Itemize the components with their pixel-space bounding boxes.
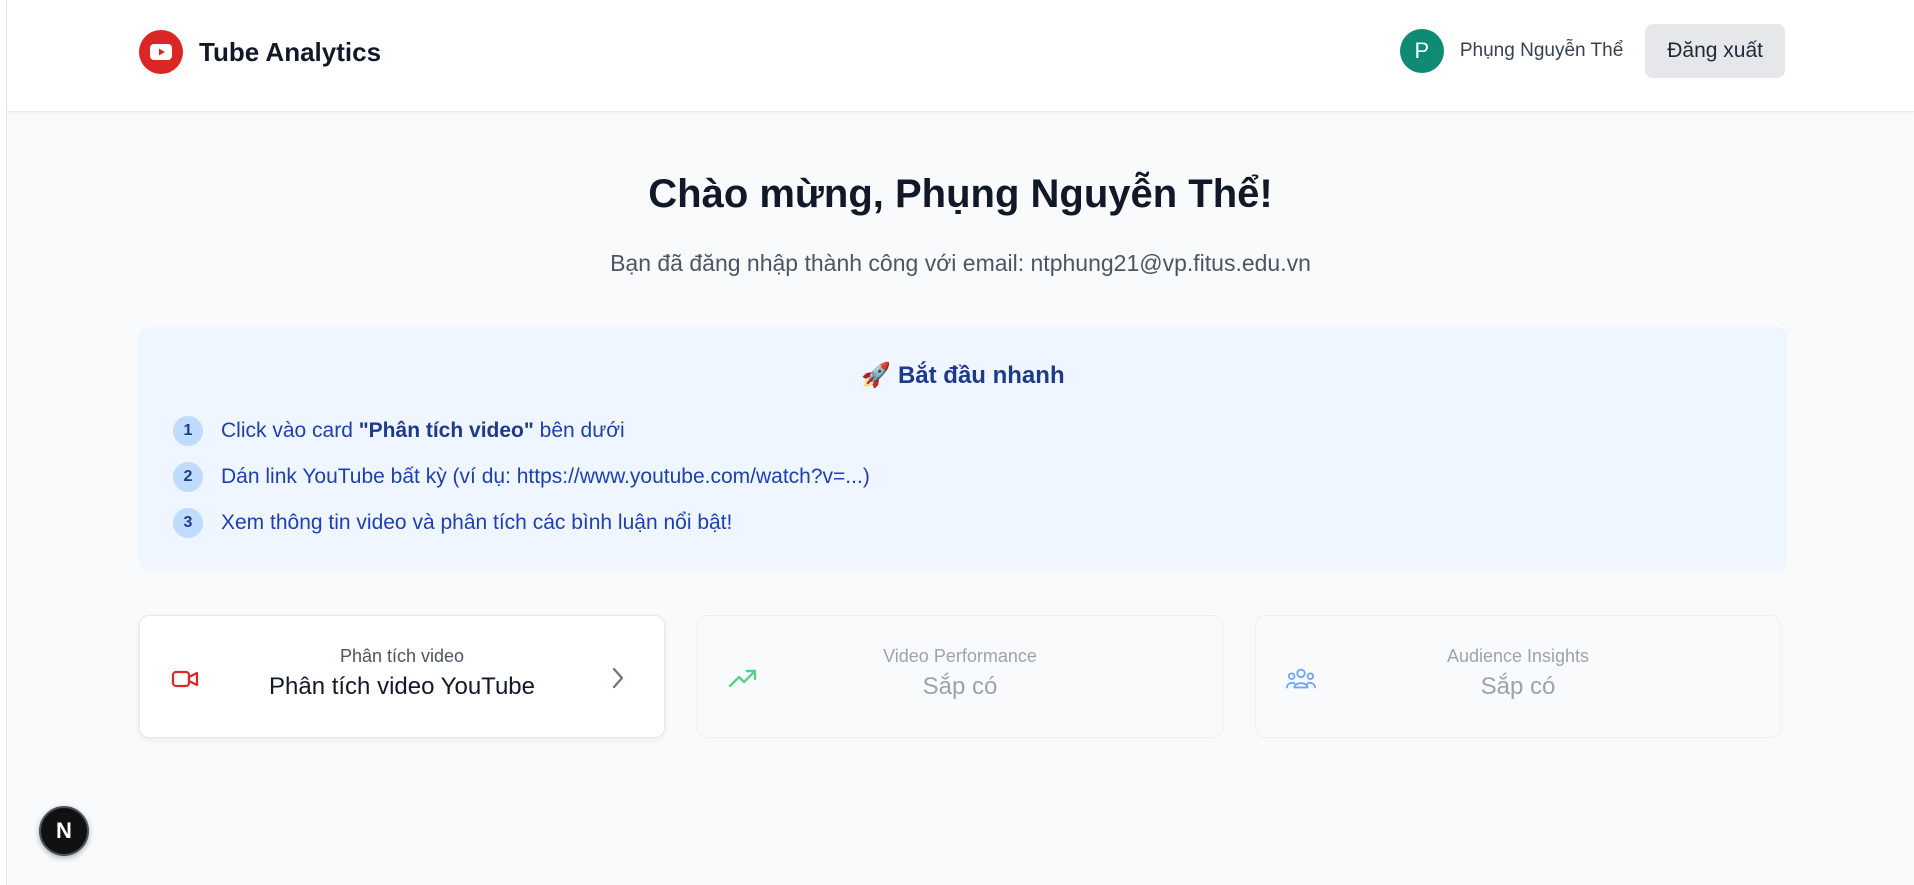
card-text: Video Performance Sắp có [768, 646, 1152, 701]
step-text: Xem thông tin video và phân tích các bìn… [221, 511, 733, 534]
users-icon [1286, 664, 1316, 694]
card-text: Phân tích video Phân tích video YouTube [210, 646, 594, 701]
rocket-icon: 🚀 [861, 362, 892, 389]
step-number: 1 [173, 416, 203, 446]
chevron-right-icon [612, 667, 624, 689]
card-audience-insights: Audience Insights Sắp có [1255, 615, 1781, 738]
step-text: Dán link YouTube bất kỳ (ví dụ: https://… [221, 465, 870, 488]
card-text: Audience Insights Sắp có [1326, 646, 1710, 701]
quickstart-title-text: Bắt đầu nhanh [897, 362, 1065, 389]
app-frame: Tube Analytics P Phụng Nguyễn Thể Đăng x… [6, 0, 1914, 885]
step-number: 3 [173, 508, 203, 538]
card-value: Phân tích video YouTube [269, 673, 535, 700]
user-name: Phụng Nguyễn Thể [1459, 40, 1624, 61]
brand[interactable]: Tube Analytics [139, 30, 381, 74]
user-area: P Phụng Nguyễn Thể Đăng xuất [1399, 24, 1785, 78]
app-title: Tube Analytics [199, 36, 382, 67]
avatar: P [1399, 29, 1444, 73]
card-video-analysis[interactable]: Phân tích video Phân tích video YouTube [139, 615, 665, 738]
step-text: Click vào card "Phân tích video" bên dướ… [221, 419, 625, 442]
card-label: Audience Insights [1446, 646, 1590, 666]
youtube-play-icon [139, 30, 183, 74]
card-label: Video Performance [883, 646, 1037, 666]
devtools-button[interactable]: N [39, 806, 89, 856]
quickstart-step: 1 Click vào card "Phân tích video" bên d… [173, 416, 625, 446]
step-number: 2 [173, 462, 203, 492]
quickstart-title: 🚀 Bắt đầu nhanh [139, 361, 1787, 390]
logout-button[interactable]: Đăng xuất [1645, 24, 1785, 78]
card-value: Sắp có [1480, 673, 1556, 700]
video-camera-icon [170, 664, 200, 694]
welcome-subtitle: Bạn đã đăng nhập thành công với email: n… [610, 250, 1311, 276]
top-navbar: Tube Analytics P Phụng Nguyễn Thể Đăng x… [7, 0, 1914, 112]
card-value: Sắp có [922, 673, 998, 700]
trending-up-icon [728, 664, 758, 694]
quickstart-step: 3 Xem thông tin video và phân tích các b… [173, 508, 732, 538]
card-label: Phân tích video [339, 646, 465, 666]
quickstart-panel: 🚀 Bắt đầu nhanh 1 Click vào card "Phân t… [139, 327, 1787, 571]
card-video-performance: Video Performance Sắp có [697, 615, 1223, 738]
welcome-title: Chào mừng, Phụng Nguyễn Thể! [648, 172, 1273, 216]
quickstart-step: 2 Dán link YouTube bất kỳ (ví dụ: https:… [173, 462, 870, 492]
